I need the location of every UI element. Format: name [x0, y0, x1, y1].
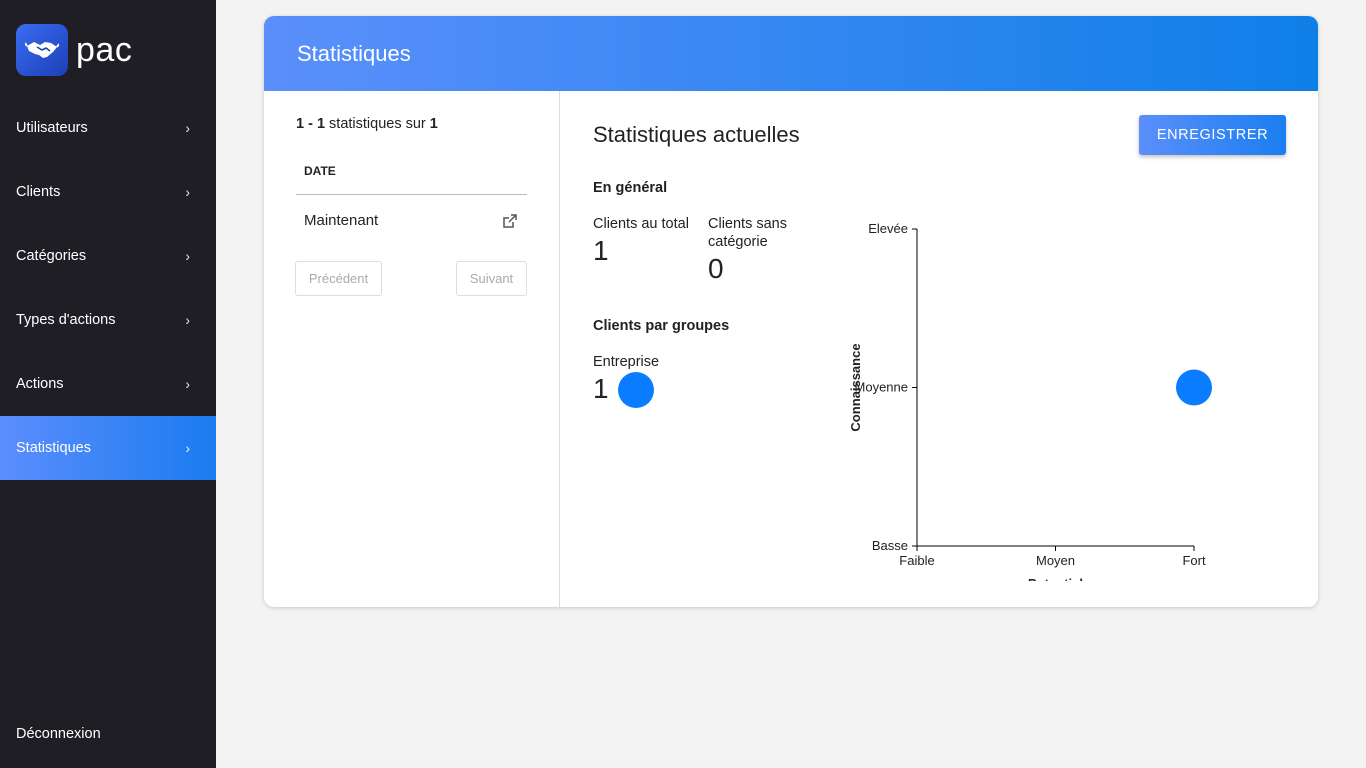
no-category-value: 0: [708, 253, 724, 284]
app-logo[interactable]: pac: [16, 24, 132, 76]
group-count: 1: [593, 373, 609, 404]
chevron-right-icon: ›: [185, 184, 190, 200]
sidebar-item-clients[interactable]: Clients ›: [0, 160, 216, 224]
data-point: [1176, 369, 1212, 406]
sidebar-item-label: Catégories: [16, 248, 87, 264]
sidebar-item-label: Types d'actions: [16, 312, 116, 328]
section-title: Statistiques actuelles: [593, 122, 800, 147]
chevron-right-icon: ›: [185, 120, 190, 136]
column-header-date[interactable]: DATE: [304, 164, 336, 178]
app-name: pac: [76, 30, 133, 69]
pagination-total: 1: [429, 116, 438, 132]
general-heading: En général: [593, 180, 668, 196]
group-name: Entreprise: [593, 354, 660, 370]
scatter-chart: FaibleMoyenFortBasseMoyenneElevéePotenti…: [850, 221, 1212, 581]
pagination-range: 1 - 1: [296, 116, 326, 132]
chevron-right-icon: ›: [185, 376, 190, 392]
sidebar-item-utilisateurs[interactable]: Utilisateurs ›: [0, 96, 216, 160]
sidebar-item-label: Clients: [16, 184, 61, 200]
sidebar-item-statistiques[interactable]: Statistiques ›: [0, 416, 216, 480]
logout-link[interactable]: Déconnexion: [16, 726, 101, 742]
history-panel: 1 - 1 statistiques sur 1 DATE Maintenant…: [264, 91, 560, 607]
save-button[interactable]: ENREGISTRER: [1139, 115, 1286, 155]
group-color-dot: [618, 372, 654, 408]
y-tick-label: Elevée: [868, 221, 908, 236]
chevron-right-icon: ›: [185, 440, 190, 456]
previous-button[interactable]: Précédent: [295, 261, 382, 296]
page-title: Statistiques: [297, 40, 411, 66]
groups-heading: Clients par groupes: [593, 318, 730, 334]
table-row-date: Maintenant: [304, 212, 379, 229]
total-clients-label: Clients au total: [593, 216, 689, 232]
card-header: Statistiques: [264, 16, 1318, 91]
handshake-icon: [16, 24, 68, 76]
sidebar-item-label: Utilisateurs: [16, 120, 88, 136]
sidebar-item-label: Statistiques: [16, 440, 91, 456]
chevron-right-icon: ›: [185, 248, 190, 264]
header-divider: [296, 194, 527, 195]
external-link-icon[interactable]: [502, 213, 518, 229]
x-tick-label: Fort: [1182, 553, 1206, 568]
sidebar-nav: Utilisateurs › Clients › Catégories › Ty…: [0, 96, 216, 480]
no-category-label: Clients sans catégorie: [708, 216, 787, 250]
x-tick-label: Faible: [899, 553, 934, 568]
y-axis-label: Connaissance: [850, 343, 863, 431]
pagination-summary: 1 - 1 statistiques sur 1: [296, 116, 438, 132]
sidebar-item-types-actions[interactable]: Types d'actions ›: [0, 288, 216, 352]
sidebar-item-categories[interactable]: Catégories ›: [0, 224, 216, 288]
sidebar: pac Utilisateurs › Clients › Catégories …: [0, 0, 216, 768]
sidebar-item-label: Actions: [16, 376, 64, 392]
next-button[interactable]: Suivant: [456, 261, 527, 296]
sidebar-item-actions[interactable]: Actions ›: [0, 352, 216, 416]
statistics-card: Statistiques 1 - 1 statistiques sur 1 DA…: [264, 16, 1318, 607]
chevron-right-icon: ›: [185, 312, 190, 328]
current-stats-panel: Statistiques actuelles ENREGISTRER En gé…: [560, 91, 1318, 607]
total-clients-value: 1: [593, 235, 609, 266]
y-tick-label: Basse: [872, 538, 908, 553]
x-tick-label: Moyen: [1036, 553, 1075, 568]
x-axis-label: Potentiel: [1028, 576, 1083, 581]
pagination-text: statistiques sur: [329, 116, 426, 132]
